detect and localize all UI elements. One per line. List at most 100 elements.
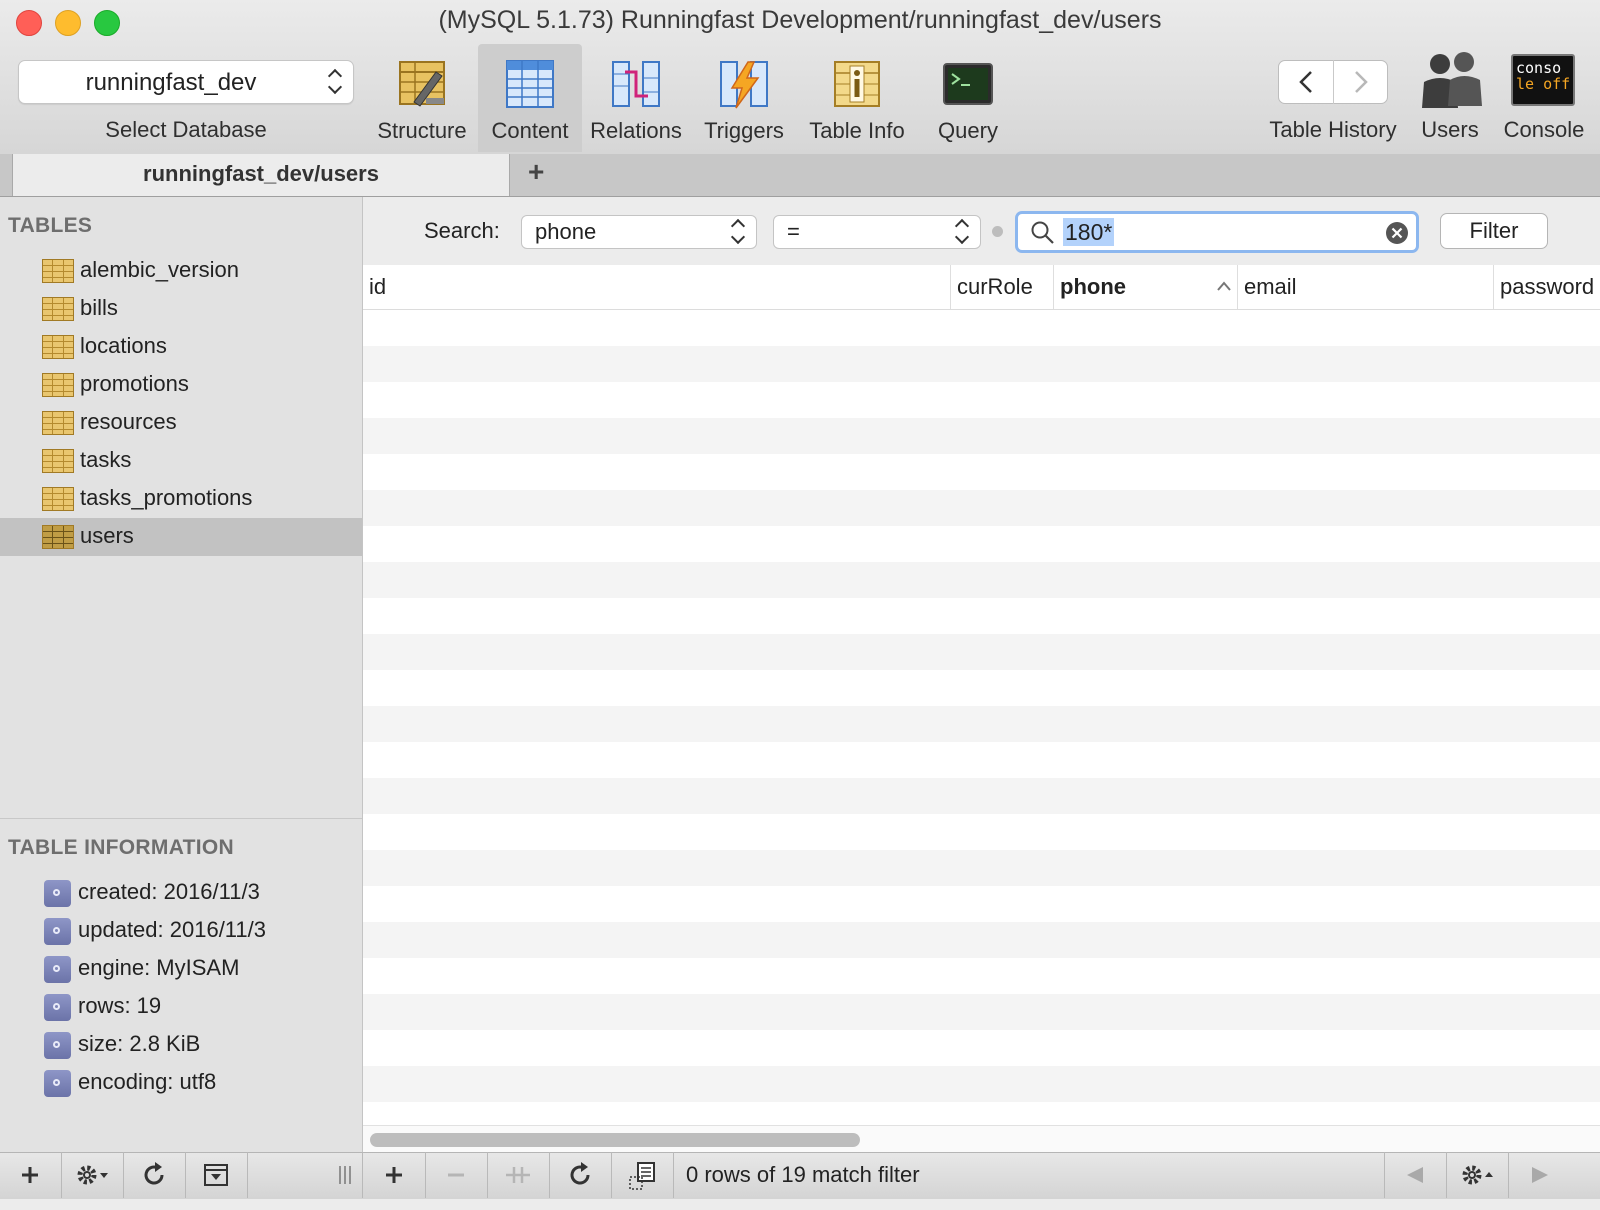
grid-header: id curRole phone email password <box>363 265 1600 310</box>
search-operator-select[interactable]: = <box>773 215 981 249</box>
updown-arrows-icon <box>327 67 343 97</box>
table-item-promotions[interactable]: promotions <box>0 366 362 404</box>
database-select-value: runningfast_dev <box>85 69 257 96</box>
duplicate-row-button[interactable] <box>488 1153 548 1197</box>
info-encoding: encoding: utf8 <box>0 1064 362 1102</box>
search-field-select[interactable]: phone <box>521 215 757 249</box>
gear-icon <box>1462 1165 1493 1185</box>
column-header-password[interactable]: password <box>1494 265 1600 309</box>
sidebar-divider[interactable] <box>0 818 362 819</box>
tables-heading: TABLES <box>8 214 93 237</box>
search-value-input[interactable]: 180* <box>1015 211 1419 253</box>
table-grid-icon <box>42 525 74 549</box>
toolbar-query-label: Query <box>938 118 998 143</box>
toolbar-content-label: Content <box>491 118 569 143</box>
search-icon <box>1031 221 1054 244</box>
search-label: Search: <box>424 218 500 243</box>
table-grid-icon <box>42 411 74 435</box>
table-item-locations[interactable]: locations <box>0 328 362 366</box>
table-item-resources[interactable]: resources <box>0 404 362 442</box>
database-select[interactable]: runningfast_dev <box>18 60 354 104</box>
table-history-label: Table History <box>1269 117 1397 142</box>
info-size: size: 2.8 KiB <box>0 1026 362 1064</box>
table-info-icon <box>834 61 880 107</box>
toolbar-query[interactable]: Query <box>918 44 1018 152</box>
filter-toggle-icon <box>204 1164 228 1186</box>
clear-search-icon[interactable] <box>1385 221 1409 245</box>
toolbar-users[interactable]: Users <box>1410 48 1490 154</box>
history-forward-button[interactable] <box>1334 60 1388 104</box>
remove-row-button[interactable] <box>426 1153 486 1197</box>
table-item-alembic-version[interactable]: alembic_version <box>0 252 362 290</box>
column-header-phone[interactable]: phone <box>1054 265 1238 309</box>
window-title: (MySQL 5.1.73) Runningfast Development/r… <box>438 6 1162 34</box>
previous-page-button[interactable] <box>1385 1153 1445 1197</box>
search-value-text: 180* <box>1063 218 1115 246</box>
gear-icon <box>77 1165 108 1185</box>
table-item-tasks-promotions[interactable]: tasks_promotions <box>0 480 362 518</box>
table-grid-icon <box>42 259 74 283</box>
table-grid-icon <box>42 297 74 321</box>
status-dot-icon <box>992 226 1003 237</box>
table-actions-button[interactable] <box>62 1153 122 1197</box>
chevron-right-icon <box>1355 71 1368 93</box>
info-rows: rows: 19 <box>0 988 362 1026</box>
pagination-settings-button[interactable] <box>1447 1153 1507 1197</box>
table-grid-icon <box>42 449 74 473</box>
split-view-handle[interactable] <box>338 1162 354 1188</box>
resize-handle-icon <box>339 1166 351 1184</box>
refresh-tables-button[interactable] <box>124 1153 184 1197</box>
toolbar-relations[interactable]: Relations <box>584 44 688 152</box>
users-label: Users <box>1421 117 1479 142</box>
table-grid-icon <box>42 487 74 511</box>
table-information-heading: TABLE INFORMATION <box>8 836 234 859</box>
toolbar-relations-label: Relations <box>590 118 682 143</box>
grid-rows-empty[interactable] <box>363 310 1600 1125</box>
sort-ascending-icon <box>1217 281 1231 291</box>
toolbar-triggers[interactable]: Triggers <box>692 44 796 152</box>
triangle-left-icon <box>1407 1167 1423 1183</box>
info-bullet-icon <box>44 956 71 983</box>
export-document-icon <box>629 1162 655 1190</box>
info-bullet-icon <box>44 918 71 945</box>
query-icon <box>943 63 993 105</box>
users-icon <box>1422 52 1482 108</box>
filter-button[interactable]: Filter <box>1440 213 1548 249</box>
table-item-tasks[interactable]: tasks <box>0 442 362 480</box>
horizontal-scrollbar-thumb[interactable] <box>370 1133 860 1147</box>
toolbar-console[interactable]: conso le off Console <box>1494 48 1594 154</box>
status-text: 0 rows of 19 match filter <box>686 1162 920 1187</box>
add-table-button[interactable] <box>0 1153 60 1197</box>
info-bullet-icon <box>44 994 71 1021</box>
toolbar-table-info[interactable]: Table Info <box>800 44 914 152</box>
updown-arrows-icon <box>730 217 746 247</box>
column-header-id[interactable]: id <box>363 265 951 309</box>
triggers-icon <box>720 61 768 109</box>
triangle-right-icon <box>1532 1167 1548 1183</box>
select-database-label: Select Database <box>105 117 267 142</box>
table-item-users[interactable]: users <box>0 518 362 556</box>
export-button[interactable] <box>612 1153 672 1197</box>
refresh-content-button[interactable] <box>550 1153 610 1197</box>
relations-icon <box>612 61 660 107</box>
updown-arrows-icon <box>954 217 970 247</box>
tab-runningfast-dev-users[interactable]: runningfast_dev/users <box>12 154 510 196</box>
refresh-icon <box>570 1162 590 1185</box>
info-updated: updated: 2016/11/3 <box>0 912 362 950</box>
info-engine: engine: MyISAM <box>0 950 362 988</box>
filter-tables-button[interactable] <box>186 1153 246 1197</box>
add-tab-button[interactable]: + <box>528 156 544 188</box>
next-page-button[interactable] <box>1510 1153 1570 1197</box>
history-back-button[interactable] <box>1278 60 1333 104</box>
toolbar-triggers-label: Triggers <box>704 118 784 143</box>
structure-icon <box>399 61 445 107</box>
console-label: Console <box>1503 117 1585 142</box>
column-header-currole[interactable]: curRole <box>951 265 1054 309</box>
table-item-bills[interactable]: bills <box>0 290 362 328</box>
add-row-button[interactable] <box>364 1153 424 1197</box>
table-grid-icon <box>42 335 74 359</box>
column-header-email[interactable]: email <box>1238 265 1494 309</box>
toolbar-structure-label: Structure <box>377 118 467 143</box>
toolbar-structure[interactable]: Structure <box>370 44 474 152</box>
toolbar-content[interactable]: Content <box>478 44 582 152</box>
